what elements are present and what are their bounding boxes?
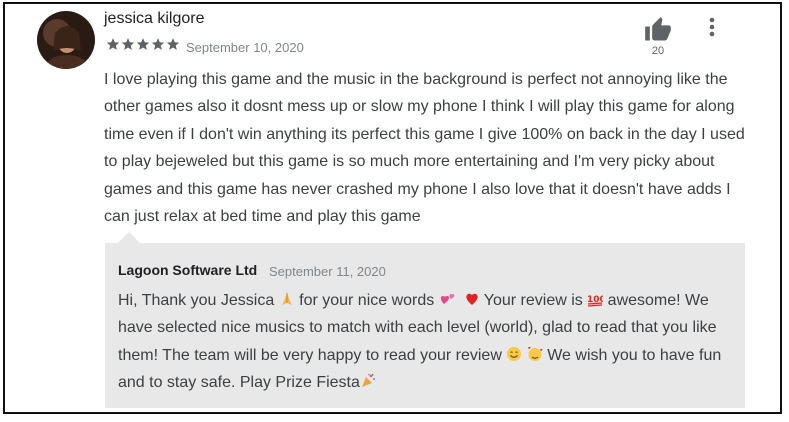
red-heart-emoji-icon (465, 293, 478, 305)
developer-name: Lagoon Software Ltd (118, 262, 258, 278)
reply-date: September 11, 2020 (269, 264, 386, 279)
star-icon (166, 38, 180, 50)
reply-text-part: Your review is (479, 292, 588, 309)
review-text: I love playing this game and the music i… (104, 71, 745, 226)
star-icon (136, 38, 150, 50)
party-popper-emoji-icon (361, 373, 375, 388)
thumb-up-icon[interactable] (644, 16, 672, 44)
folded-hands-emoji-icon (281, 293, 292, 305)
star-icon (106, 38, 120, 50)
reply-text: Hi, Thank you Jessica for your nice word… (118, 287, 730, 397)
star-icon (151, 38, 165, 50)
smiling-face-with-hearts-emoji-icon (528, 346, 543, 361)
smiling-face-emoji-icon (507, 346, 522, 361)
reviewer-name: jessica kilgore (104, 10, 205, 27)
star-icon (121, 38, 135, 50)
hundred-points-emoji-icon: 100 (587, 295, 603, 307)
star-rating (106, 37, 180, 51)
like-count: 20 (651, 45, 665, 57)
review-date: September 10, 2020 (186, 40, 304, 55)
reply-text-part: Hi, Thank you Jessica (118, 292, 279, 309)
reply-pointer (118, 232, 140, 243)
reply-text-part: for your nice words (294, 292, 439, 309)
two-hearts-emoji-icon (440, 294, 455, 304)
avatar (37, 11, 95, 69)
more-vert-icon[interactable] (702, 15, 722, 39)
